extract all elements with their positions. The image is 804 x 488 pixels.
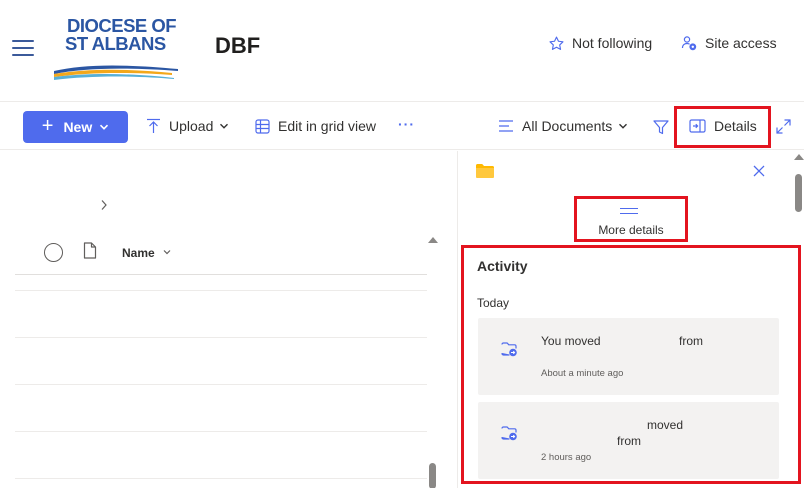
site-title[interactable]: DBF bbox=[215, 33, 260, 59]
hamburger-menu-icon[interactable] bbox=[12, 40, 34, 56]
site-header: DIOCESE OF ST ALBANS DBF Not following S… bbox=[0, 0, 804, 102]
activity-text: moved bbox=[647, 418, 684, 432]
scroll-up-arrow-icon[interactable] bbox=[794, 154, 804, 160]
site-logo[interactable]: DIOCESE OF ST ALBANS bbox=[54, 16, 178, 82]
follow-label: Not following bbox=[572, 35, 653, 51]
file-type-icon[interactable] bbox=[83, 242, 97, 259]
close-icon[interactable] bbox=[753, 165, 765, 177]
logo-swoosh-icon bbox=[54, 65, 178, 80]
expand-icon bbox=[776, 119, 791, 134]
star-icon bbox=[549, 36, 564, 50]
activity-title: Activity bbox=[477, 258, 528, 274]
filter-icon bbox=[653, 120, 669, 135]
upload-label: Upload bbox=[169, 118, 214, 134]
details-pane: More details Activity Today You moved fr… bbox=[457, 151, 804, 488]
logo-line-2: ST ALBANS bbox=[65, 33, 166, 54]
folder-icon bbox=[476, 164, 494, 178]
chevron-down-icon[interactable] bbox=[163, 248, 171, 256]
new-label: New bbox=[63, 119, 93, 135]
plus-icon: + bbox=[41, 114, 54, 137]
select-all-checkbox[interactable] bbox=[44, 243, 63, 262]
view-selector[interactable]: All Documents bbox=[498, 118, 628, 134]
expand-button[interactable] bbox=[776, 119, 799, 134]
list-row-divider bbox=[15, 384, 427, 385]
document-list: Name bbox=[0, 151, 442, 488]
column-name-header[interactable]: Name bbox=[122, 246, 155, 260]
list-row-divider bbox=[15, 431, 427, 432]
site-access-button[interactable]: Site access bbox=[681, 35, 777, 51]
activity-text: You moved bbox=[541, 334, 601, 348]
folder-move-icon bbox=[501, 342, 517, 357]
chevron-down-icon bbox=[100, 124, 109, 130]
chevron-down-icon bbox=[220, 123, 229, 129]
list-row-divider bbox=[15, 337, 427, 338]
upload-icon bbox=[147, 118, 160, 133]
list-row-divider bbox=[15, 290, 427, 291]
breadcrumb-chevron-icon bbox=[101, 200, 107, 210]
list-column-header: Name bbox=[15, 235, 427, 275]
grid-icon bbox=[255, 118, 270, 134]
chevron-down-icon bbox=[619, 123, 628, 129]
details-scrollbar[interactable] bbox=[794, 154, 804, 488]
scrollbar-thumb[interactable] bbox=[429, 463, 436, 488]
activity-item[interactable]: You moved from About a minute ago bbox=[478, 318, 779, 395]
grip-handle-icon bbox=[620, 208, 638, 214]
activity-section: Activity Today You moved from About a mi… bbox=[461, 245, 801, 484]
activity-timestamp: About a minute ago bbox=[541, 368, 624, 379]
edit-grid-label: Edit in grid view bbox=[278, 118, 377, 134]
upload-button[interactable]: Upload bbox=[146, 118, 229, 134]
scrollbar-thumb[interactable] bbox=[795, 174, 802, 212]
more-actions-button[interactable]: ··· bbox=[398, 116, 415, 132]
activity-text: from bbox=[617, 434, 641, 448]
view-label: All Documents bbox=[522, 118, 613, 134]
folder-move-icon bbox=[501, 426, 517, 441]
activity-text: from bbox=[679, 334, 703, 348]
activity-group-label: Today bbox=[477, 296, 510, 310]
follow-button[interactable]: Not following bbox=[549, 35, 652, 51]
list-scrollbar[interactable] bbox=[427, 237, 439, 488]
more-label: ··· bbox=[398, 116, 415, 132]
view-list-icon bbox=[499, 120, 513, 132]
more-details-label: More details bbox=[598, 223, 664, 237]
activity-item[interactable]: moved from 2 hours ago bbox=[478, 402, 779, 479]
activity-timestamp: 2 hours ago bbox=[541, 452, 592, 463]
edit-grid-button[interactable]: Edit in grid view bbox=[255, 118, 376, 134]
scroll-up-arrow-icon[interactable] bbox=[428, 237, 438, 243]
details-highlight-box bbox=[674, 106, 771, 148]
new-button[interactable]: + New bbox=[23, 111, 128, 143]
more-details-button[interactable]: More details bbox=[574, 196, 688, 242]
command-bar: + New Upload Edit in grid view ··· All D… bbox=[0, 104, 804, 150]
site-access-label: Site access bbox=[705, 35, 777, 51]
list-row-divider bbox=[15, 478, 427, 479]
people-settings-icon bbox=[681, 36, 697, 51]
